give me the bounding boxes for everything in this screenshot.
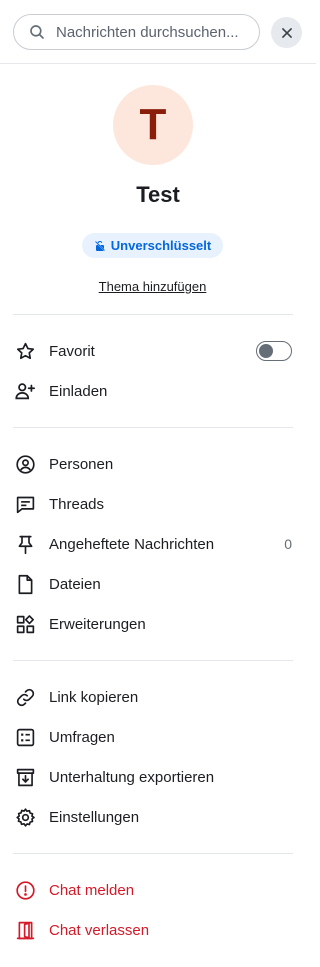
files-row[interactable]: Dateien — [0, 564, 316, 604]
export-chat-row[interactable]: Unterhaltung exportieren — [0, 757, 316, 797]
threads-label: Threads — [49, 495, 105, 513]
leave-door-icon — [14, 919, 36, 941]
divider — [13, 314, 293, 315]
copy-link-row[interactable]: Link kopieren — [0, 677, 316, 717]
leave-chat-row[interactable]: Chat verlassen — [0, 910, 316, 950]
settings-label: Einstellungen — [49, 808, 140, 826]
favorite-label: Favorit — [49, 342, 95, 360]
polls-label: Umfragen — [49, 728, 115, 746]
pin-icon — [14, 533, 36, 555]
copy-link-label: Link kopieren — [49, 688, 139, 706]
people-row[interactable]: Personen — [0, 444, 316, 484]
files-label: Dateien — [49, 575, 101, 593]
crossed-lock-icon — [94, 240, 105, 251]
people-label: Personen — [49, 455, 114, 473]
report-label: Chat melden — [49, 881, 135, 899]
report-chat-row[interactable]: Chat melden — [0, 870, 316, 910]
file-icon — [14, 573, 36, 595]
user-circle-icon — [14, 453, 36, 475]
close-button[interactable] — [271, 17, 302, 48]
export-icon — [14, 766, 36, 788]
extensions-label: Erweiterungen — [49, 615, 146, 633]
threads-row[interactable]: Threads — [0, 484, 316, 524]
threads-icon — [14, 493, 36, 515]
extensions-row[interactable]: Erweiterungen — [0, 604, 316, 644]
divider — [13, 853, 293, 854]
settings-row[interactable]: Einstellungen — [0, 797, 316, 837]
polls-row[interactable]: Umfragen — [0, 717, 316, 757]
favorite-toggle[interactable] — [256, 341, 292, 361]
invite-label: Einladen — [49, 382, 108, 400]
pinned-count: 0 — [284, 536, 292, 552]
divider — [13, 427, 293, 428]
leave-label: Chat verlassen — [49, 921, 150, 939]
search-header — [0, 0, 316, 64]
poll-icon — [14, 726, 36, 748]
star-icon — [14, 340, 36, 362]
close-icon — [281, 27, 292, 38]
gear-icon — [14, 806, 36, 828]
invite-row[interactable]: Einladen — [0, 371, 316, 411]
extensions-icon — [14, 613, 36, 635]
link-icon — [14, 686, 36, 708]
add-user-icon — [14, 380, 36, 402]
divider — [13, 660, 293, 661]
search-input[interactable] — [56, 23, 251, 41]
export-label: Unterhaltung exportieren — [49, 768, 215, 786]
search-icon — [30, 25, 44, 39]
encryption-badge: Unverschlüsselt — [82, 233, 223, 258]
favorite-row[interactable]: Favorit — [0, 331, 316, 371]
pinned-label: Angeheftete Nachrichten — [49, 535, 215, 553]
toggle-knob — [259, 344, 273, 358]
search-box[interactable] — [13, 14, 260, 50]
room-name: Test — [136, 182, 180, 207]
encryption-label: Unverschlüsselt — [110, 238, 212, 253]
pinned-messages-row[interactable]: Angeheftete Nachrichten 0 — [0, 524, 316, 564]
add-topic-link[interactable]: Thema hinzufügen — [0, 279, 305, 294]
room-avatar: T — [113, 85, 193, 165]
error-icon — [14, 879, 36, 901]
